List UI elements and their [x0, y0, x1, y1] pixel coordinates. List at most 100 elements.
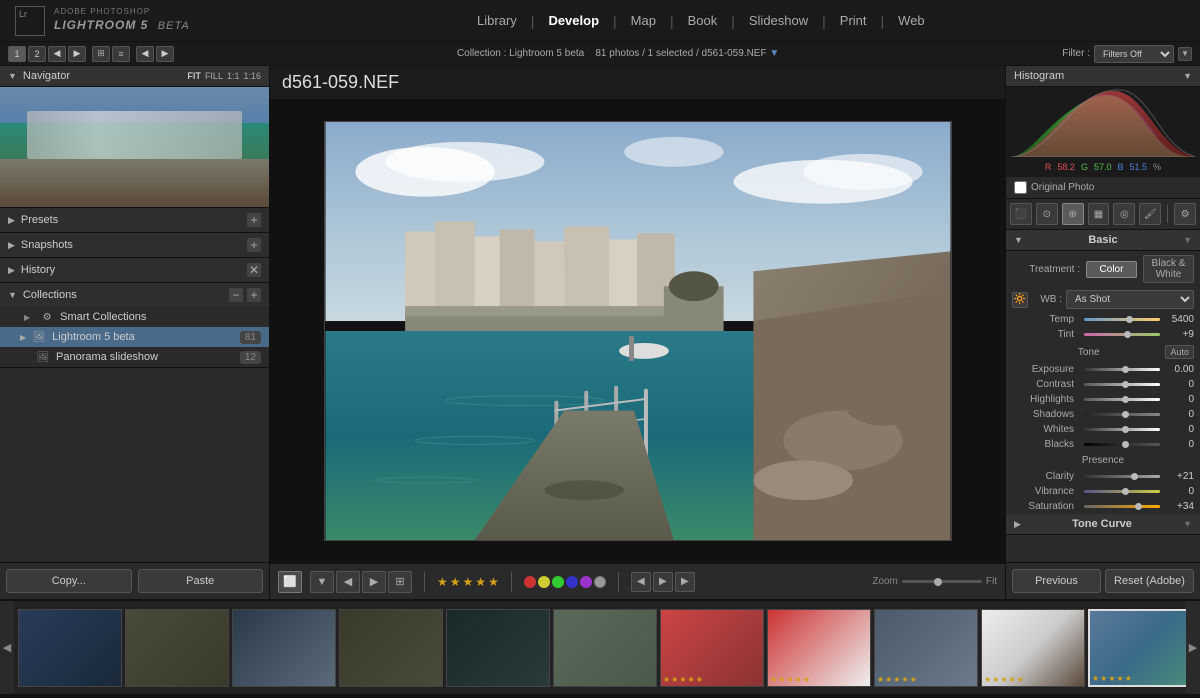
color-purple[interactable]	[580, 576, 592, 588]
saturation-slider[interactable]	[1084, 505, 1160, 508]
vibrance-handle[interactable]	[1122, 488, 1129, 495]
crop-tool[interactable]: ⬛	[1010, 203, 1032, 225]
whites-slider[interactable]	[1084, 428, 1160, 431]
star-2[interactable]: ★	[450, 575, 461, 589]
tint-handle[interactable]	[1124, 331, 1131, 338]
tint-slider[interactable]	[1084, 333, 1160, 336]
presets-header[interactable]: ▶ Presets +	[0, 208, 269, 232]
original-photo-checkbox[interactable]	[1014, 181, 1027, 194]
clarity-slider[interactable]	[1084, 475, 1160, 478]
filmstrip-right-arrow[interactable]: ▶	[1186, 601, 1200, 694]
contrast-handle[interactable]	[1122, 381, 1129, 388]
presets-add-btn[interactable]: +	[247, 213, 261, 227]
heal-tool[interactable]: ⊙	[1036, 203, 1058, 225]
status-prev-btn[interactable]: ◀	[136, 46, 154, 62]
nav-develop[interactable]: Develop	[538, 9, 609, 32]
status-next-btn[interactable]: ▶	[156, 46, 174, 62]
grad-filter-tool[interactable]: ▦	[1088, 203, 1110, 225]
star-5[interactable]: ★	[488, 575, 499, 589]
wb-eyedropper[interactable]: 🔆	[1012, 292, 1028, 308]
color-treatment-btn[interactable]: Color	[1086, 261, 1137, 278]
star-1[interactable]: ★	[437, 575, 448, 589]
page-next-btn[interactable]: ▶	[68, 46, 86, 62]
paste-btn[interactable]: Paste	[138, 569, 264, 593]
color-white[interactable]	[594, 576, 606, 588]
highlights-slider[interactable]	[1084, 398, 1160, 401]
nav-view-1-16[interactable]: 1:16	[243, 71, 261, 81]
mode-right-btn[interactable]: ▶	[362, 571, 386, 593]
filename-link[interactable]: ▼	[769, 48, 779, 59]
reset-btn[interactable]: Reset (Adobe)	[1105, 569, 1194, 593]
shadows-slider[interactable]	[1084, 413, 1160, 416]
prev-photo-btn[interactable]: ◀	[631, 572, 651, 592]
slideshow-btn[interactable]: ▶	[653, 572, 673, 592]
settings-tool[interactable]: ⚙	[1174, 203, 1196, 225]
copy-btn[interactable]: Copy...	[6, 569, 132, 593]
filter-select[interactable]: Filters Off	[1094, 45, 1174, 63]
color-green[interactable]	[552, 576, 564, 588]
navigator-header[interactable]: ▼ Navigator FIT FILL 1:1 1:16	[0, 66, 269, 87]
history-header[interactable]: ▶ History ✕	[0, 258, 269, 282]
bottom-resize-handle[interactable]	[0, 694, 1200, 698]
nav-view-fit[interactable]: FIT	[187, 71, 201, 81]
star-3[interactable]: ★	[463, 575, 474, 589]
nav-map[interactable]: Map	[621, 9, 666, 32]
collection-lr5-item[interactable]: ▶ 🖼 Lightroom 5 beta 81	[0, 327, 269, 347]
temp-slider[interactable]	[1084, 318, 1160, 321]
page-prev-btn[interactable]: ◀	[48, 46, 66, 62]
exposure-handle[interactable]	[1122, 366, 1129, 373]
star-4[interactable]: ★	[475, 575, 486, 589]
grid-view-btn[interactable]: ⊞	[92, 46, 110, 62]
saturation-handle[interactable]	[1135, 503, 1142, 510]
highlights-handle[interactable]	[1122, 396, 1129, 403]
zoom-handle[interactable]	[934, 578, 942, 586]
nav-web[interactable]: Web	[888, 9, 935, 32]
collections-add-btn[interactable]: +	[247, 288, 261, 302]
filter-collapse-btn[interactable]: ▼	[1178, 47, 1192, 61]
contrast-slider[interactable]	[1084, 383, 1160, 386]
next-photo-btn[interactable]: ▶	[675, 572, 695, 592]
clarity-handle[interactable]	[1131, 473, 1138, 480]
history-clear-btn[interactable]: ✕	[247, 263, 261, 277]
zoom-slider[interactable]	[902, 580, 982, 583]
temp-handle[interactable]	[1126, 316, 1133, 323]
shadows-handle[interactable]	[1122, 411, 1129, 418]
blacks-handle[interactable]	[1122, 441, 1129, 448]
basic-section-header[interactable]: ▼ Basic ▼	[1006, 230, 1200, 251]
exposure-slider[interactable]	[1084, 368, 1160, 371]
loupe-view-btn[interactable]: ⬜	[278, 571, 302, 593]
redeye-tool[interactable]: ⊕	[1062, 203, 1084, 225]
snapshots-header[interactable]: ▶ Snapshots +	[0, 233, 269, 257]
nav-book[interactable]: Book	[678, 9, 728, 32]
radial-tool[interactable]: ◎	[1113, 203, 1135, 225]
nav-slideshow[interactable]: Slideshow	[739, 9, 818, 32]
blacks-slider[interactable]	[1084, 443, 1160, 446]
collections-header[interactable]: ▼ Collections − +	[0, 283, 269, 307]
snapshots-add-btn[interactable]: +	[247, 238, 261, 252]
previous-btn[interactable]: Previous	[1012, 569, 1101, 593]
list-view-btn[interactable]: ≡	[112, 46, 130, 62]
panorama-item[interactable]: 🖼 Panorama slideshow 12	[0, 347, 269, 367]
brush-tool[interactable]: 🖌	[1139, 203, 1161, 225]
color-red[interactable]	[524, 576, 536, 588]
nav-print[interactable]: Print	[830, 9, 877, 32]
mode-left-btn[interactable]: ◀	[336, 571, 360, 593]
tone-curve-header[interactable]: ▶ Tone Curve ▼	[1006, 514, 1200, 535]
color-blue[interactable]	[566, 576, 578, 588]
wb-select[interactable]: As Shot	[1066, 290, 1194, 309]
vibrance-slider[interactable]	[1084, 490, 1160, 493]
bw-treatment-btn[interactable]: Black & White	[1143, 255, 1194, 283]
whites-handle[interactable]	[1122, 426, 1129, 433]
page-1-btn[interactable]: 1	[8, 46, 26, 62]
nav-view-fill[interactable]: FILL	[205, 71, 223, 81]
smart-collections-item[interactable]: ▶ ⚙ Smart Collections	[0, 307, 269, 327]
filmstrip-left-arrow[interactable]: ◀	[0, 601, 14, 694]
tone-auto-btn[interactable]: Auto	[1165, 345, 1194, 359]
nav-library[interactable]: Library	[467, 9, 527, 32]
nav-view-1-1[interactable]: 1:1	[227, 71, 240, 81]
mode-grid-btn[interactable]: ⊞	[388, 571, 412, 593]
mode-drop-btn[interactable]: ▼	[310, 571, 334, 593]
color-yellow[interactable]	[538, 576, 550, 588]
page-2-btn[interactable]: 2	[28, 46, 46, 62]
collections-minus-btn[interactable]: −	[229, 288, 243, 302]
